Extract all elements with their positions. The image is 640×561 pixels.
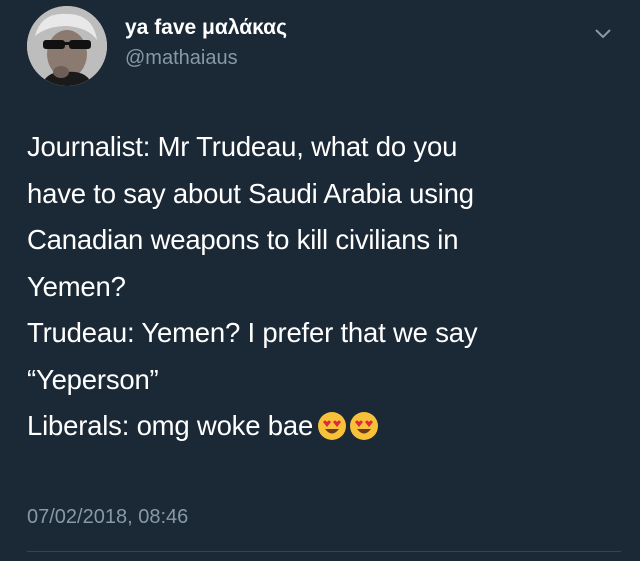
divider (27, 551, 621, 552)
avatar-image (27, 6, 107, 86)
tweet-line-with-emoji: Liberals: omg woke bae (27, 403, 622, 450)
user-handle[interactable]: @mathaiaus (125, 47, 238, 70)
tweet-line: have to say about Saudi Arabia using (27, 177, 474, 209)
heart-eyes-emoji (318, 412, 347, 440)
emoji-group (317, 411, 379, 441)
tweet: ya fave μαλάκας @mathaiaus Journalist: M… (0, 0, 640, 561)
display-name[interactable]: ya fave μαλάκας (125, 16, 287, 40)
tweet-line: Liberals: omg woke bae (27, 410, 314, 441)
tweet-line: Trudeau: Yemen? I prefer that we say (27, 317, 478, 348)
tweet-line: Journalist: Mr Trudeau, what do you (27, 131, 458, 162)
tweet-line: Yemen? (27, 270, 126, 302)
tweet-line: Canadian weapons to kill civilians in (27, 224, 459, 255)
tweet-timestamp[interactable]: 07/02/2018, 08:46 (27, 506, 188, 529)
avatar[interactable] (27, 6, 107, 86)
heart-eyes-emoji (350, 412, 379, 440)
tweet-text: Journalist: Mr Trudeau, what do you have… (27, 124, 622, 450)
tweet-line: “Yeperson” (27, 363, 159, 395)
chevron-down-icon[interactable] (588, 22, 618, 46)
